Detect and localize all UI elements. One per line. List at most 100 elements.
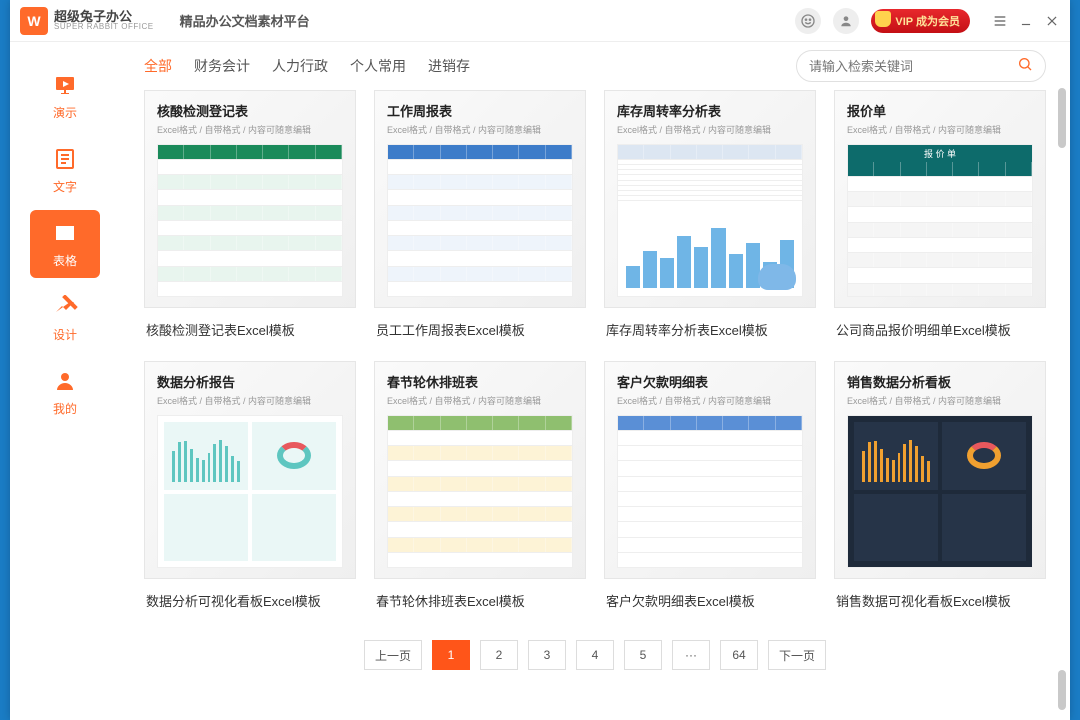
thumb-preview (157, 415, 343, 568)
content-scroll[interactable]: 核酸检测登记表Excel格式 / 自带格式 / 内容可随意编辑核酸检测登记表Ex… (120, 90, 1070, 720)
template-card-7[interactable]: 销售数据分析看板 Excel格式 / 自带格式 / 内容可随意编辑销售数据可视化看… (834, 361, 1046, 614)
search-input[interactable] (809, 59, 1009, 74)
thumb-title: 客户欠款明细表 (617, 372, 803, 391)
close-icon[interactable] (1044, 13, 1060, 29)
category-tab-0[interactable]: 全部 (144, 52, 172, 80)
thumb-title: 工作周报表 (387, 101, 573, 120)
logo: W 超级兔子办公 SUPER RABBIT OFFICE (20, 7, 154, 35)
page-5[interactable]: 5 (624, 640, 662, 670)
thumb-preview: 报 价 单 (847, 144, 1033, 297)
titlebar: W 超级兔子办公 SUPER RABBIT OFFICE 精品办公文档素材平台 … (10, 0, 1070, 42)
scroll-thumb-top[interactable] (1058, 88, 1066, 148)
thumb-subtitle: Excel格式 / 自带格式 / 内容可随意编辑 (387, 123, 573, 136)
thumb-preview (617, 415, 803, 568)
main: 全部财务会计人力行政个人常用进销存 核酸检测登记表 Excel格式 / 自带格式 … (120, 42, 1070, 720)
thumb-subtitle: Excel格式 / 自带格式 / 内容可随意编辑 (617, 123, 803, 136)
thumb-preview (157, 144, 343, 297)
template-thumb: 销售数据分析看板 Excel格式 / 自带格式 / 内容可随意编辑 (834, 361, 1046, 579)
thumb-subtitle: Excel格式 / 自带格式 / 内容可随意编辑 (847, 123, 1033, 136)
sidebar-icon-4 (50, 368, 80, 394)
thumb-subtitle: Excel格式 / 自带格式 / 内容可随意编辑 (617, 394, 803, 407)
sidebar: 演示文字表格设计我的 (10, 42, 120, 720)
thumb-preview (617, 144, 803, 297)
template-card-3[interactable]: 报价单 Excel格式 / 自带格式 / 内容可随意编辑报 价 单公司商品报价明细… (834, 90, 1046, 343)
sidebar-icon-0 (50, 72, 80, 98)
page-2[interactable]: 2 (480, 640, 518, 670)
template-thumb: 数据分析报告 Excel格式 / 自带格式 / 内容可随意编辑 (144, 361, 356, 579)
scrollbar[interactable] (1056, 88, 1068, 710)
search-box[interactable] (796, 50, 1046, 82)
sidebar-item-4[interactable]: 我的 (30, 358, 100, 426)
template-thumb: 客户欠款明细表 Excel格式 / 自带格式 / 内容可随意编辑 (604, 361, 816, 579)
page-···[interactable]: ··· (672, 640, 710, 670)
template-caption: 公司商品报价明细单Excel模板 (834, 308, 1046, 343)
sidebar-label: 文字 (53, 178, 77, 195)
page-next[interactable]: 下一页 (768, 640, 826, 670)
template-card-0[interactable]: 核酸检测登记表 Excel格式 / 自带格式 / 内容可随意编辑核酸检测登记表Ex… (144, 90, 356, 343)
template-caption: 数据分析可视化看板Excel模板 (144, 579, 356, 614)
template-thumb: 库存周转率分析表 Excel格式 / 自带格式 / 内容可随意编辑 (604, 90, 816, 308)
minimize-icon[interactable] (1018, 13, 1034, 29)
template-caption: 销售数据可视化看板Excel模板 (834, 579, 1046, 614)
template-thumb: 工作周报表 Excel格式 / 自带格式 / 内容可随意编辑 (374, 90, 586, 308)
template-card-6[interactable]: 客户欠款明细表 Excel格式 / 自带格式 / 内容可随意编辑客户欠款明细表Ex… (604, 361, 816, 614)
sidebar-item-1[interactable]: 文字 (30, 136, 100, 204)
vip-badge[interactable]: VIP 成为会员 (871, 9, 970, 33)
category-tab-1[interactable]: 财务会计 (194, 52, 250, 80)
thumb-subtitle: Excel格式 / 自带格式 / 内容可随意编辑 (847, 394, 1033, 407)
menu-icon[interactable] (992, 13, 1008, 29)
sidebar-label: 设计 (53, 326, 77, 343)
sidebar-icon-3 (50, 294, 80, 320)
sidebar-icon-2 (50, 220, 80, 246)
category-tabs: 全部财务会计人力行政个人常用进销存 (120, 42, 1070, 90)
template-thumb: 春节轮休排班表 Excel格式 / 自带格式 / 内容可随意编辑 (374, 361, 586, 579)
sidebar-icon-1 (50, 146, 80, 172)
logo-badge: W (20, 7, 48, 35)
category-tab-3[interactable]: 个人常用 (350, 52, 406, 80)
template-caption: 员工工作周报表Excel模板 (374, 308, 586, 343)
template-grid: 核酸检测登记表Excel格式 / 自带格式 / 内容可随意编辑核酸检测登记表Ex… (144, 90, 1046, 614)
template-card-1[interactable]: 工作周报表 Excel格式 / 自带格式 / 内容可随意编辑员工工作周报表Exce… (374, 90, 586, 343)
scroll-thumb-bottom[interactable] (1058, 670, 1066, 710)
template-card-5[interactable]: 春节轮休排班表 Excel格式 / 自带格式 / 内容可随意编辑春节轮休排班表Ex… (374, 361, 586, 614)
page-prev[interactable]: 上一页 (364, 640, 422, 670)
page-64[interactable]: 64 (720, 640, 758, 670)
pagination: 上一页 12345 ··· 64 下一页 (144, 614, 1046, 684)
thumb-title: 数据分析报告 (157, 372, 343, 391)
logo-en: SUPER RABBIT OFFICE (54, 23, 154, 31)
thumb-subtitle: Excel格式 / 自带格式 / 内容可随意编辑 (157, 123, 343, 136)
thumb-preview (387, 415, 573, 568)
category-tab-2[interactable]: 人力行政 (272, 52, 328, 80)
user-icon[interactable] (833, 8, 859, 34)
template-card-4[interactable]: 数据分析报告 Excel格式 / 自带格式 / 内容可随意编辑数据分析可视化看板E… (144, 361, 356, 614)
template-caption: 核酸检测登记表Excel模板 (144, 308, 356, 343)
page-4[interactable]: 4 (576, 640, 614, 670)
thumb-preview (847, 415, 1033, 568)
template-caption: 客户欠款明细表Excel模板 (604, 579, 816, 614)
sidebar-label: 我的 (53, 400, 77, 417)
template-thumb: 报价单 Excel格式 / 自带格式 / 内容可随意编辑报 价 单 (834, 90, 1046, 308)
thumb-subtitle: Excel格式 / 自带格式 / 内容可随意编辑 (157, 394, 343, 407)
thumb-title: 报价单 (847, 101, 1033, 120)
sidebar-label: 表格 (53, 252, 77, 269)
app-subtitle: 精品办公文档素材平台 (180, 11, 310, 30)
sidebar-item-3[interactable]: 设计 (30, 284, 100, 352)
thumb-preview (387, 144, 573, 297)
sidebar-label: 演示 (53, 104, 77, 121)
thumb-subtitle: Excel格式 / 自带格式 / 内容可随意编辑 (387, 394, 573, 407)
template-caption: 春节轮休排班表Excel模板 (374, 579, 586, 614)
search-icon[interactable] (1017, 56, 1033, 77)
page-3[interactable]: 3 (528, 640, 566, 670)
thumb-title: 销售数据分析看板 (847, 372, 1033, 391)
category-tab-4[interactable]: 进销存 (428, 52, 470, 80)
app-window: W 超级兔子办公 SUPER RABBIT OFFICE 精品办公文档素材平台 … (10, 0, 1070, 720)
thumb-title: 库存周转率分析表 (617, 101, 803, 120)
sidebar-item-2[interactable]: 表格 (30, 210, 100, 278)
sidebar-item-0[interactable]: 演示 (30, 62, 100, 130)
page-1[interactable]: 1 (432, 640, 470, 670)
template-card-2[interactable]: 库存周转率分析表Excel格式 / 自带格式 / 内容可随意编辑库存周转率分析表… (604, 90, 816, 343)
support-icon[interactable] (795, 8, 821, 34)
template-caption: 库存周转率分析表Excel模板 (604, 308, 816, 343)
thumb-title: 春节轮休排班表 (387, 372, 573, 391)
thumb-title: 核酸检测登记表 (157, 101, 343, 120)
